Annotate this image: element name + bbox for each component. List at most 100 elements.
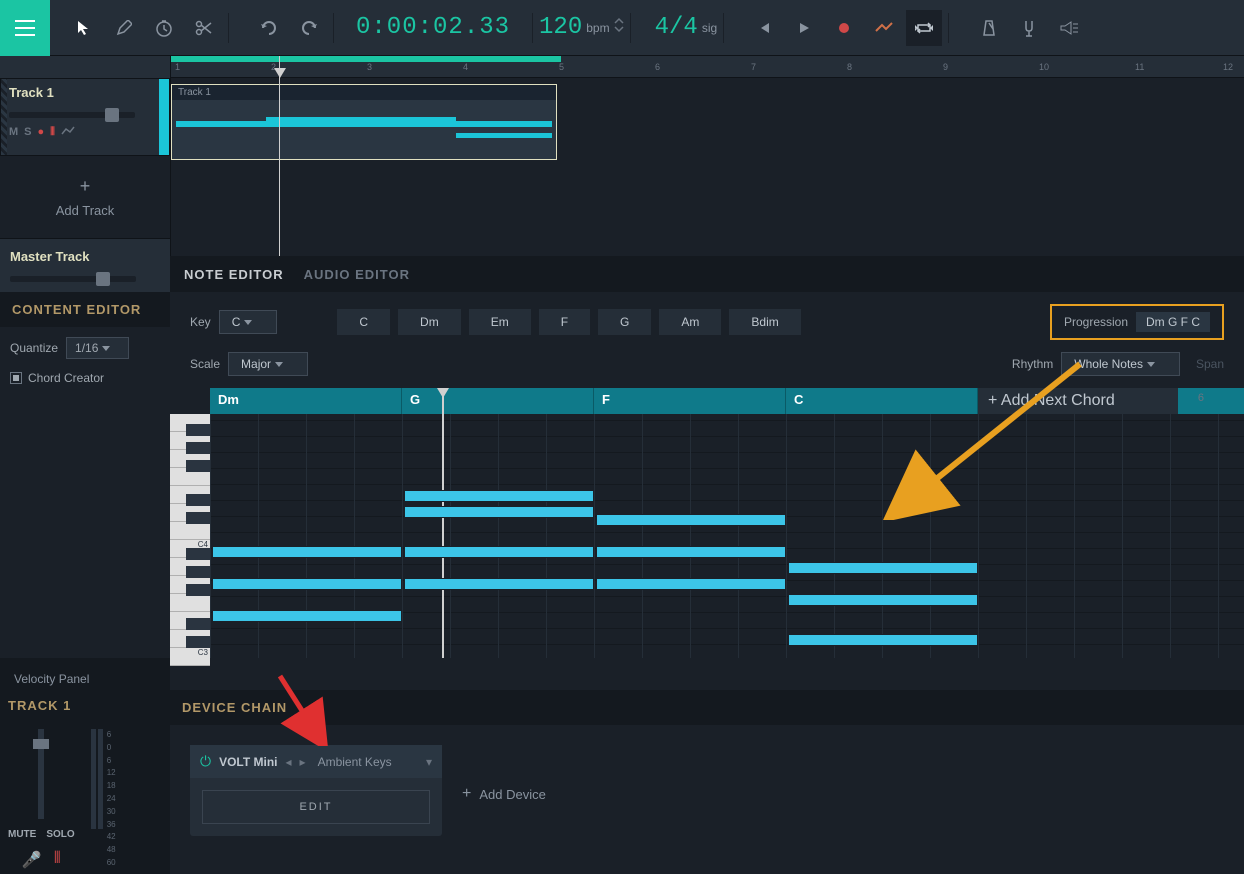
tab-note-editor[interactable]: NOTE EDITOR xyxy=(184,267,284,282)
track-header[interactable]: Track 1 M S ● ⦀ xyxy=(0,78,170,156)
playhead[interactable] xyxy=(279,56,280,256)
key-label: Key xyxy=(190,315,211,329)
pointer-tool-icon[interactable] xyxy=(66,10,102,46)
undo-icon[interactable] xyxy=(251,10,287,46)
top-toolbar: 0:00:02.33 120 bpm 4/4 sig xyxy=(0,0,1244,56)
timesig-value[interactable]: 4/4 xyxy=(655,14,698,41)
scale-label: Scale xyxy=(190,357,220,371)
midi-note[interactable] xyxy=(404,490,594,502)
device-chain-panel: DEVICE CHAIN ⏻ VOLT Mini ◂ ▸ Ambient Key… xyxy=(170,690,1244,874)
master-volume-slider[interactable] xyxy=(10,276,136,282)
midi-note[interactable] xyxy=(212,578,402,590)
chord-btn-bdim[interactable]: Bdim xyxy=(729,309,800,335)
chord-btn-f[interactable]: F xyxy=(539,309,590,335)
content-editor-header: CONTENT EDITOR xyxy=(0,292,170,327)
pencil-tool-icon[interactable] xyxy=(106,10,142,46)
chord-btn-em[interactable]: Em xyxy=(469,309,531,335)
arrangement-timeline[interactable]: 1 2 3 4 5 6 7 8 9 10 11 12 Track 1 xyxy=(170,56,1244,256)
tab-audio-editor[interactable]: AUDIO EDITOR xyxy=(304,267,410,282)
chord-segment[interactable]: G xyxy=(402,388,594,414)
piano-roll[interactable]: C4 C3 Dm G xyxy=(170,388,1244,658)
chord-segment[interactable]: C xyxy=(786,388,978,414)
add-track-button[interactable]: + Add Track xyxy=(0,156,170,238)
chord-btn-g[interactable]: G xyxy=(598,309,651,335)
chord-btn-dm[interactable]: Dm xyxy=(398,309,461,335)
scale-select[interactable]: Major xyxy=(228,352,308,376)
midi-note[interactable] xyxy=(404,546,594,558)
level-meter xyxy=(91,729,103,870)
time-tool-icon[interactable] xyxy=(146,10,182,46)
master-track-header[interactable]: Master Track xyxy=(0,238,170,292)
sig-label: sig xyxy=(702,21,717,35)
track-name: Track 1 xyxy=(9,85,161,100)
preset-prev-icon[interactable]: ◂ xyxy=(286,755,292,769)
midi-note[interactable] xyxy=(596,546,786,558)
track-volume-slider[interactable] xyxy=(9,112,135,118)
midi-note[interactable] xyxy=(212,610,402,622)
device-name-label: VOLT Mini xyxy=(219,755,277,769)
chevron-down-icon[interactable]: ▾ xyxy=(426,755,432,769)
mixer-record-arm-icon[interactable]: 🎤 xyxy=(22,850,42,870)
piano-grid[interactable]: Dm G F C + Add Next Chord 6 xyxy=(210,388,1244,658)
progression-label: Progression xyxy=(1064,315,1128,329)
loop-icon[interactable] xyxy=(906,10,942,46)
device-chain-header: DEVICE CHAIN xyxy=(170,690,1244,725)
span-label: Span xyxy=(1196,357,1224,371)
transport-time[interactable]: 0:00:02.33 xyxy=(356,14,510,41)
midi-note[interactable] xyxy=(212,546,402,558)
midi-note[interactable] xyxy=(404,506,594,518)
quantize-select[interactable]: 1/16 xyxy=(66,337,129,359)
midi-note[interactable] xyxy=(596,514,786,526)
mute-button[interactable]: M xyxy=(9,126,18,139)
midi-note[interactable] xyxy=(596,578,786,590)
edit-device-button[interactable]: EDIT xyxy=(202,790,430,824)
countdown-icon[interactable] xyxy=(1051,10,1087,46)
metronome-icon[interactable] xyxy=(971,10,1007,46)
midi-note[interactable] xyxy=(788,594,978,606)
automation-toggle-icon[interactable] xyxy=(61,126,75,139)
mixer-solo-button[interactable]: SOLO xyxy=(46,829,74,840)
mixer-track-title: TRACK 1 xyxy=(8,698,162,713)
device-card[interactable]: ⏻ VOLT Mini ◂ ▸ Ambient Keys ▾ EDIT xyxy=(190,745,442,836)
progression-input[interactable]: Dm G F C xyxy=(1136,312,1210,332)
play-icon[interactable] xyxy=(786,10,822,46)
menu-button[interactable] xyxy=(0,0,50,56)
piano-keyboard[interactable]: C4 C3 xyxy=(170,388,210,658)
key-select[interactable]: C xyxy=(219,310,278,334)
midi-note[interactable] xyxy=(788,634,978,646)
ruler[interactable]: 1 2 3 4 5 6 7 8 9 10 11 12 xyxy=(171,56,1244,78)
redo-icon[interactable] xyxy=(291,10,327,46)
quantize-label: Quantize xyxy=(10,341,58,355)
track-mixer-panel: TRACK 1 MUTE SOLO 🎤 ⦀ 60 612 xyxy=(0,690,170,874)
chord-btn-c[interactable]: C xyxy=(337,309,390,335)
chord-segment[interactable]: Dm xyxy=(210,388,402,414)
add-next-chord-button[interactable]: + Add Next Chord xyxy=(978,388,1178,414)
rhythm-label: Rhythm xyxy=(1012,357,1053,371)
chord-creator-toggle[interactable]: Chord Creator xyxy=(10,371,160,385)
chord-btn-am[interactable]: Am xyxy=(659,309,721,335)
progression-box: Progression Dm G F C xyxy=(1050,304,1224,340)
instrument-icon[interactable]: ⦀ xyxy=(50,126,55,139)
rhythm-select[interactable]: Whole Notes xyxy=(1061,352,1180,376)
solo-button[interactable]: S xyxy=(24,126,31,139)
grid-playhead[interactable] xyxy=(442,388,444,658)
scissors-tool-icon[interactable] xyxy=(186,10,222,46)
mixer-fader[interactable] xyxy=(38,729,44,819)
automation-icon[interactable] xyxy=(866,10,902,46)
preset-next-icon[interactable]: ▸ xyxy=(300,755,306,769)
editor-tabs: NOTE EDITOR AUDIO EDITOR xyxy=(170,256,1244,292)
bpm-stepper-icon[interactable] xyxy=(614,17,624,38)
bpm-value[interactable]: 120 xyxy=(539,14,582,41)
add-device-button[interactable]: + Add Device xyxy=(462,785,546,803)
mixer-mute-button[interactable]: MUTE xyxy=(8,829,36,840)
midi-clip[interactable]: Track 1 xyxy=(171,84,557,160)
record-arm-icon[interactable]: ● xyxy=(38,126,45,139)
mixer-instrument-icon[interactable]: ⦀ xyxy=(54,850,61,870)
midi-note[interactable] xyxy=(788,562,978,574)
rewind-icon[interactable] xyxy=(746,10,782,46)
midi-note[interactable] xyxy=(404,578,594,590)
record-icon[interactable] xyxy=(826,10,862,46)
chord-segment[interactable]: F xyxy=(594,388,786,414)
tuning-fork-icon[interactable] xyxy=(1011,10,1047,46)
power-icon[interactable]: ⏻ xyxy=(200,753,211,770)
